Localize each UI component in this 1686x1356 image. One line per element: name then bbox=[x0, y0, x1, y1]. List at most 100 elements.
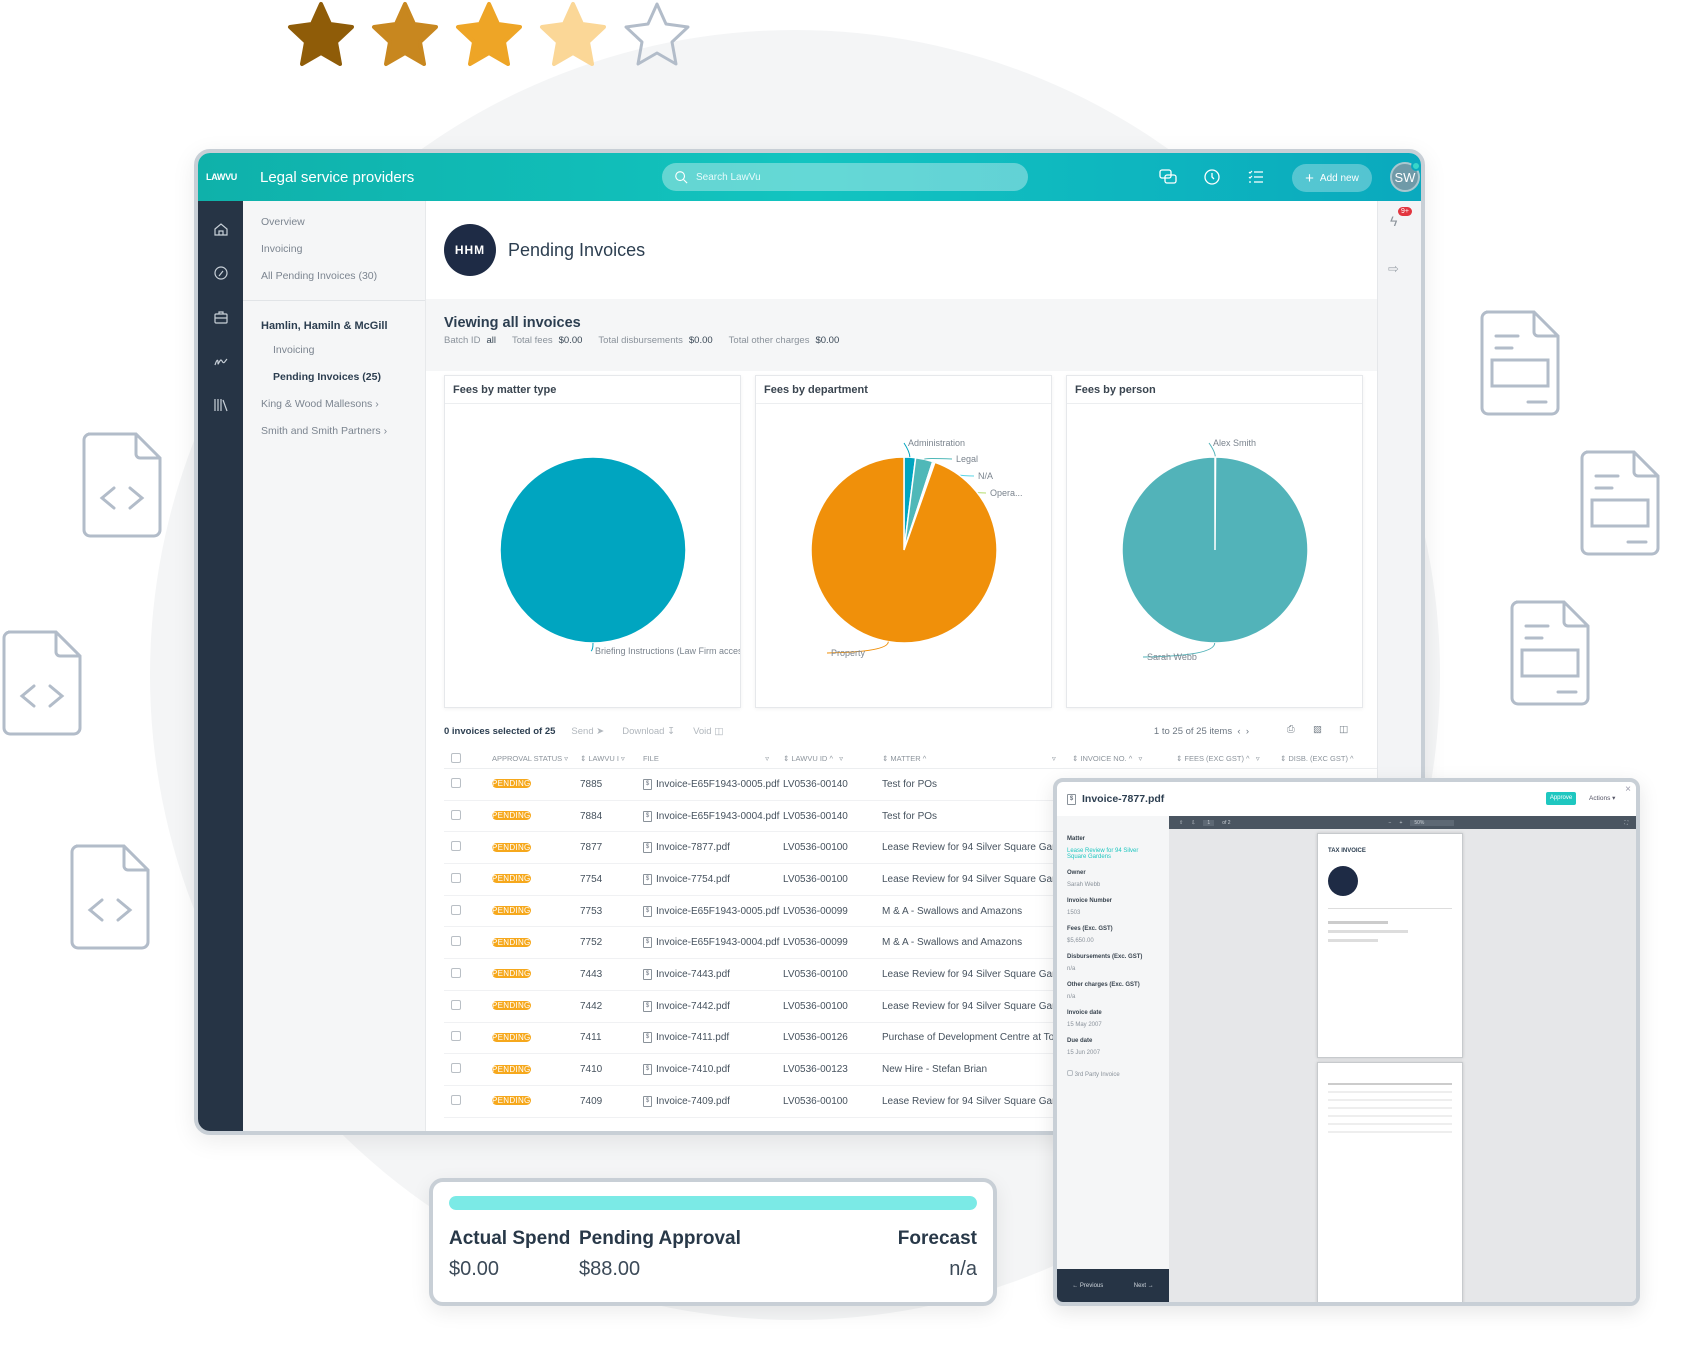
row-checkbox[interactable] bbox=[451, 904, 461, 915]
lawvu-number: 7752 bbox=[580, 937, 603, 949]
search-input[interactable]: Search LawVu bbox=[662, 163, 1028, 191]
lawvu-id: LV0536-00099 bbox=[783, 905, 848, 917]
col-disb[interactable]: ⇕ DISB. (EXC GST) ^ bbox=[1280, 754, 1354, 763]
actions-dropdown[interactable]: Actions ▾ bbox=[1589, 794, 1615, 802]
subnav-king-wood[interactable]: King & Wood Mallesons › bbox=[243, 391, 425, 418]
dashboard-icon bbox=[213, 266, 228, 280]
file-link[interactable]: Invoice-E65F1943-0004.pdf bbox=[656, 937, 779, 948]
row-checkbox[interactable] bbox=[451, 1094, 461, 1105]
file-link[interactable]: Invoice-7410.pdf bbox=[656, 1064, 730, 1075]
third-party-checkbox[interactable]: 3rd Party Invoice bbox=[1067, 1070, 1159, 1078]
download-button[interactable]: Download ↧ bbox=[622, 726, 675, 737]
avatar[interactable]: SW bbox=[1390, 161, 1421, 192]
pie-chart-person: Alex Smith Sarah Webb bbox=[1121, 438, 1309, 662]
close-icon[interactable]: × bbox=[1625, 784, 1631, 795]
previous-button[interactable]: ← Previous bbox=[1072, 1283, 1103, 1289]
prev-page-icon[interactable]: ‹ bbox=[1237, 726, 1240, 737]
columns-icon[interactable]: ◫ bbox=[1339, 724, 1353, 738]
star-filled-icon bbox=[540, 2, 606, 66]
subnav-firm-invoicing[interactable]: Invoicing bbox=[243, 340, 425, 364]
rail-library[interactable] bbox=[198, 383, 243, 427]
status-badge: PENDING bbox=[492, 1032, 531, 1042]
tasks-icon[interactable] bbox=[1246, 167, 1266, 187]
row-checkbox[interactable] bbox=[451, 1031, 461, 1042]
lawvu-logo[interactable]: LAWVU bbox=[206, 172, 246, 182]
pie-label: Alex Smith bbox=[1213, 438, 1256, 448]
col-invoice-no[interactable]: ⇕ INVOICE NO. ^ ▿ bbox=[1072, 754, 1176, 763]
zoom-in-icon[interactable]: + bbox=[1399, 820, 1402, 826]
file-link[interactable]: Invoice-7877.pdf bbox=[656, 842, 730, 853]
subnav-smith-smith[interactable]: Smith and Smith Partners › bbox=[243, 418, 425, 445]
row-checkbox[interactable] bbox=[451, 1063, 461, 1074]
subnav-all-pending[interactable]: All Pending Invoices (30) bbox=[243, 263, 425, 290]
col-file[interactable]: FILE ▿ bbox=[643, 754, 783, 763]
next-button[interactable]: Next → bbox=[1134, 1283, 1154, 1289]
zoom-select[interactable]: 50% bbox=[1410, 819, 1455, 826]
pie-chart-matter-type: Briefing Instructions (Law Firm access t… bbox=[499, 456, 740, 656]
download-icon: ↧ bbox=[667, 725, 676, 737]
status-badge: PENDING bbox=[492, 1064, 531, 1074]
fullscreen-icon[interactable]: ⛶ bbox=[1624, 820, 1628, 826]
select-all-checkbox[interactable] bbox=[451, 752, 461, 763]
void-button[interactable]: Void ◫ bbox=[693, 726, 723, 737]
rail-home[interactable] bbox=[198, 207, 243, 251]
file-link[interactable]: Invoice-7411.pdf bbox=[656, 1032, 729, 1043]
pie-slice[interactable] bbox=[499, 456, 687, 644]
pie-slice[interactable] bbox=[810, 456, 998, 644]
excel-export-icon[interactable]: ▧ bbox=[1313, 724, 1327, 738]
rail-signature[interactable] bbox=[198, 339, 243, 383]
page-title: Pending Invoices bbox=[508, 239, 646, 260]
document-file-icon bbox=[1478, 308, 1562, 418]
row-checkbox[interactable] bbox=[451, 809, 461, 820]
page-number-input[interactable]: 1 bbox=[1203, 819, 1215, 826]
row-checkbox[interactable] bbox=[451, 967, 461, 978]
page-down-icon[interactable]: ⇩ bbox=[1191, 820, 1195, 826]
pie-slice[interactable] bbox=[1121, 456, 1309, 644]
file-link[interactable]: Invoice-7443.pdf bbox=[656, 969, 730, 980]
subnav-invoicing[interactable]: Invoicing bbox=[243, 236, 425, 263]
add-new-button[interactable]: + Add new bbox=[1292, 164, 1372, 192]
file-link[interactable]: Invoice-7409.pdf bbox=[656, 1096, 730, 1107]
row-checkbox[interactable] bbox=[451, 936, 461, 947]
online-status-dot bbox=[1411, 161, 1421, 171]
row-checkbox[interactable] bbox=[451, 872, 461, 883]
file-link[interactable]: Invoice-E65F1943-0005.pdf bbox=[656, 779, 779, 790]
subnav-overview[interactable]: Overview bbox=[243, 209, 425, 236]
row-checkbox[interactable] bbox=[451, 777, 461, 788]
approve-button[interactable]: Approve bbox=[1546, 792, 1576, 805]
chat-icon[interactable] bbox=[1158, 167, 1178, 187]
detail-value[interactable]: Lease Review for 94 Silver Square Garden… bbox=[1067, 848, 1159, 860]
send-icon: ➤ bbox=[596, 725, 605, 737]
spend-progress-fill bbox=[449, 1196, 977, 1210]
file-link[interactable]: Invoice-7442.pdf bbox=[656, 1001, 730, 1012]
plus-icon: + bbox=[1305, 169, 1314, 187]
row-checkbox[interactable] bbox=[451, 841, 461, 852]
clock-icon[interactable] bbox=[1202, 167, 1222, 187]
file-link[interactable]: Invoice-E65F1943-0004.pdf bbox=[656, 811, 779, 822]
col-lawvu[interactable]: ⇕ LAWVU I ▿ bbox=[580, 754, 643, 763]
col-lawvu-id[interactable]: ⇕ LAWVU ID ^ ▿ bbox=[783, 754, 882, 763]
file-link[interactable]: Invoice-7754.pdf bbox=[656, 874, 730, 885]
pagination-text: 1 to 25 of 25 items ‹ › bbox=[1153, 725, 1249, 737]
pdf-file-icon: $ bbox=[643, 905, 652, 917]
status-badge: PENDING bbox=[492, 969, 531, 979]
collapse-panel-icon[interactable]: ⇨ bbox=[1388, 261, 1421, 277]
row-checkbox[interactable] bbox=[451, 999, 461, 1010]
subnav-firm-pending[interactable]: Pending Invoices (25) bbox=[243, 364, 425, 391]
page-up-icon[interactable]: ⇧ bbox=[1179, 820, 1183, 826]
chart-card-person: Fees by person Alex Smith Sarah Webb bbox=[1066, 375, 1363, 708]
status-badge: PENDING bbox=[492, 1096, 531, 1106]
forecast-label: Forecast bbox=[897, 1228, 977, 1249]
send-button[interactable]: Send ➤ bbox=[571, 726, 604, 737]
rail-briefcase[interactable] bbox=[198, 295, 243, 339]
print-icon[interactable]: ⎙ bbox=[1287, 724, 1301, 738]
col-fees[interactable]: ⇕ FEES (EXC GST) ^ ▿ bbox=[1176, 754, 1280, 763]
pie-label: Administration bbox=[908, 438, 965, 448]
lightning-icon[interactable]: ϟ 9+ bbox=[1390, 207, 1412, 233]
next-page-icon[interactable]: › bbox=[1246, 726, 1249, 737]
zoom-out-icon[interactable]: − bbox=[1389, 820, 1392, 826]
col-approval-status[interactable]: APPROVAL STATUS ▿ bbox=[492, 754, 580, 763]
col-matter[interactable]: ⇕ MATTER ^ bbox=[882, 754, 1052, 763]
rail-dashboard[interactable] bbox=[198, 251, 243, 295]
file-link[interactable]: Invoice-E65F1943-0005.pdf bbox=[656, 906, 779, 917]
